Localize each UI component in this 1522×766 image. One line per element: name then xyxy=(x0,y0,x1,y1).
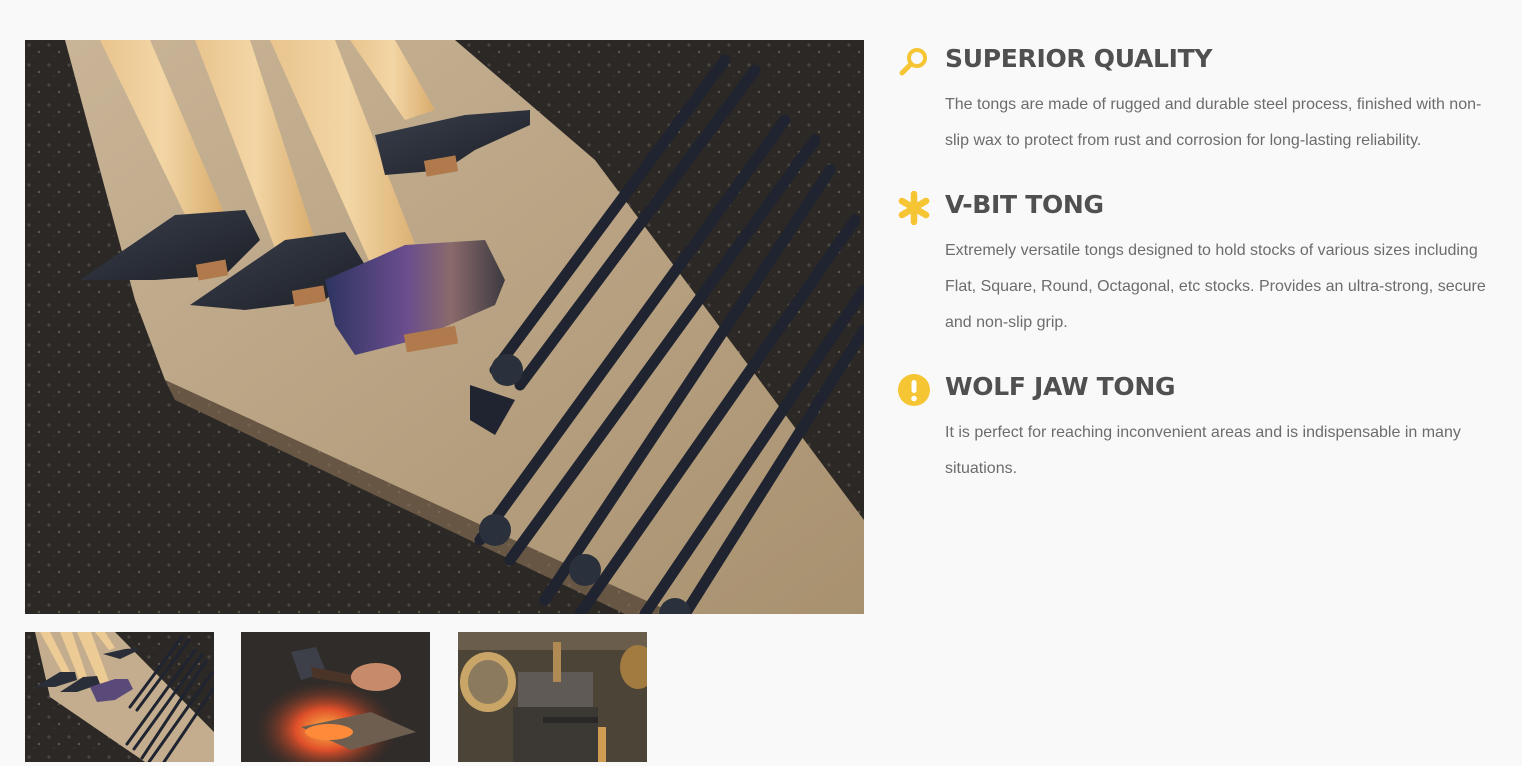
exclamation-icon xyxy=(897,373,931,407)
thumbnail-hammers-tongs[interactable] xyxy=(25,632,214,762)
feature-title: V-BIT TONG xyxy=(945,190,1104,219)
thumbnail-workshop[interactable] xyxy=(458,632,647,762)
feature-title: SUPERIOR QUALITY xyxy=(945,44,1213,73)
asterisk-icon xyxy=(897,190,931,226)
feature-description: It is perfect for reaching inconvenient … xyxy=(945,424,1461,477)
thumbnail-forging[interactable] xyxy=(241,632,430,762)
main-product-image[interactable] xyxy=(25,40,864,614)
magnifier-icon xyxy=(897,45,931,79)
thumbnail-strip xyxy=(25,632,864,762)
feature-description: The tongs are made of rugged and durable… xyxy=(945,96,1482,149)
product-features-page: SUPERIOR QUALITY The tongs are made of r… xyxy=(0,0,1522,766)
feature-description: Extremely versatile tongs designed to ho… xyxy=(945,242,1486,331)
product-gallery xyxy=(25,40,864,762)
feature-title: WOLF JAW TONG xyxy=(945,372,1176,401)
